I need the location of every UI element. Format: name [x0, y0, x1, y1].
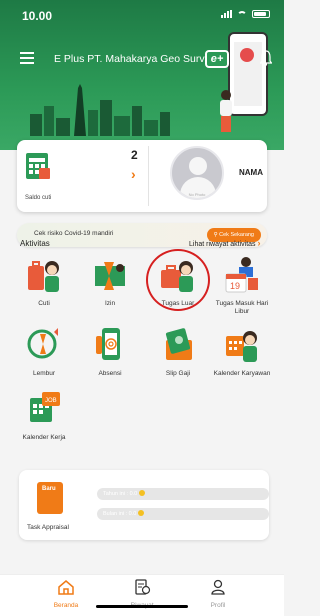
svg-text:JOB: JOB	[45, 398, 57, 404]
year-score-text: Tahun ini : 0.0	[103, 491, 138, 497]
battery-icon	[252, 10, 270, 18]
nav-beranda[interactable]: Beranda	[36, 579, 96, 609]
activity-tile-label: Tugas Masuk Hari Libur	[215, 300, 269, 315]
activity-tile-kalender-kerja[interactable]: JOB Kalender Kerja	[14, 390, 74, 454]
profile-icon	[211, 579, 225, 595]
bottom-navigation: Beranda Riwayat Profil	[0, 574, 284, 616]
appraisal-icon: Baru	[37, 482, 63, 514]
menu-icon[interactable]	[20, 52, 34, 64]
payslip-icon	[165, 328, 192, 360]
task-appraisal-card[interactable]: Baru Task Appraisal Tahun ini : 0.0 Bula…	[19, 470, 269, 540]
svg-text:19: 19	[230, 281, 240, 291]
activity-tile-label: Kalender Karyawan	[213, 370, 271, 377]
leave-balance-label: Saldo cuti	[25, 195, 52, 201]
profile-card: Saldo cuti 2 › No Photo NAMA	[17, 140, 267, 212]
activity-tile-label: Absensi	[98, 370, 122, 377]
hourglass-person-icon	[95, 262, 125, 290]
fingerprint-phone-icon	[96, 328, 120, 360]
new-badge: Baru	[42, 486, 56, 492]
leave-balance-count: 2	[131, 148, 138, 162]
header-banner: 10.00 E Plus PT. Mahakarya Geo Surv e+	[0, 0, 284, 150]
activity-tile-kalender-karyawan[interactable]: Kalender Karyawan	[212, 326, 272, 390]
year-score-bar: Tahun ini : 0.0	[97, 488, 269, 500]
activity-tile-lembur[interactable]: Lembur	[14, 326, 74, 390]
woman-illustration	[220, 90, 232, 132]
wifi-icon	[237, 10, 247, 18]
month-score-text: Bulan ini : 0.0	[103, 511, 137, 517]
home-icon	[58, 580, 74, 595]
home-indicator	[96, 605, 188, 608]
status-time: 10.00	[22, 9, 53, 23]
activity-history-link-label: Lihat riwayat aktivitas	[189, 241, 256, 248]
eplus-logo: e+	[205, 50, 229, 68]
top-app-bar: E Plus PT. Mahakarya Geo Surv e+	[0, 44, 284, 74]
job-calendar-icon: JOB	[30, 392, 60, 422]
highlight-circle	[146, 249, 210, 311]
activity-tile-tugas-hari-libur[interactable]: 19 Tugas Masuk Hari Libur	[212, 256, 272, 320]
chevron-right-icon[interactable]: ›	[131, 166, 136, 182]
activity-tile-label: Cuti	[38, 300, 50, 307]
activity-tile-label: Slip Gaji	[165, 370, 191, 377]
bell-icon[interactable]	[260, 50, 272, 66]
activity-section-title: Aktivitas	[20, 239, 50, 248]
calendar-employee-icon	[226, 331, 257, 362]
leave-balance-icon[interactable]	[25, 150, 51, 180]
coin-icon	[138, 510, 145, 516]
activity-tile-cuti[interactable]: Cuti	[14, 256, 74, 320]
activity-history-link[interactable]: Lihat riwayat aktivitas ›	[189, 238, 260, 248]
city-skyline-illustration	[30, 84, 170, 136]
calendar-person-icon: 19	[225, 257, 258, 293]
task-appraisal-label: Task Appraisal	[27, 524, 69, 531]
nav-label: Profil	[210, 602, 226, 609]
activity-tile-izin[interactable]: Izin	[80, 256, 140, 320]
status-bar: 10.00	[0, 0, 284, 28]
company-name: E Plus PT. Mahakarya Geo Surv	[54, 53, 205, 65]
activity-tile-label: Izin	[104, 300, 116, 307]
overtime-clock-icon	[27, 328, 58, 359]
nav-label: Beranda	[53, 602, 79, 609]
nav-profil[interactable]: Profil	[188, 579, 248, 609]
activity-tile-absensi[interactable]: Absensi	[80, 326, 140, 390]
coin-icon	[139, 490, 146, 496]
history-document-icon	[135, 579, 151, 595]
activity-tile-label: Kalender Kerja	[22, 434, 66, 441]
avatar[interactable]: No Photo	[170, 146, 224, 200]
luggage-person-icon	[28, 261, 59, 292]
chevron-right-icon: ›	[257, 238, 261, 248]
avatar-caption: No Photo	[188, 192, 206, 197]
activity-tile-slip-gaji[interactable]: Slip Gaji	[148, 326, 208, 390]
signal-icon	[221, 10, 232, 18]
user-name: NAMA	[239, 168, 263, 177]
month-score-bar: Bulan ini : 0.0	[97, 508, 269, 520]
card-divider	[148, 146, 149, 206]
status-icons	[221, 10, 270, 18]
covid-check-text: Cek risiko Covid-19 mandiri	[34, 230, 114, 237]
activity-tile-label: Lembur	[32, 370, 56, 377]
